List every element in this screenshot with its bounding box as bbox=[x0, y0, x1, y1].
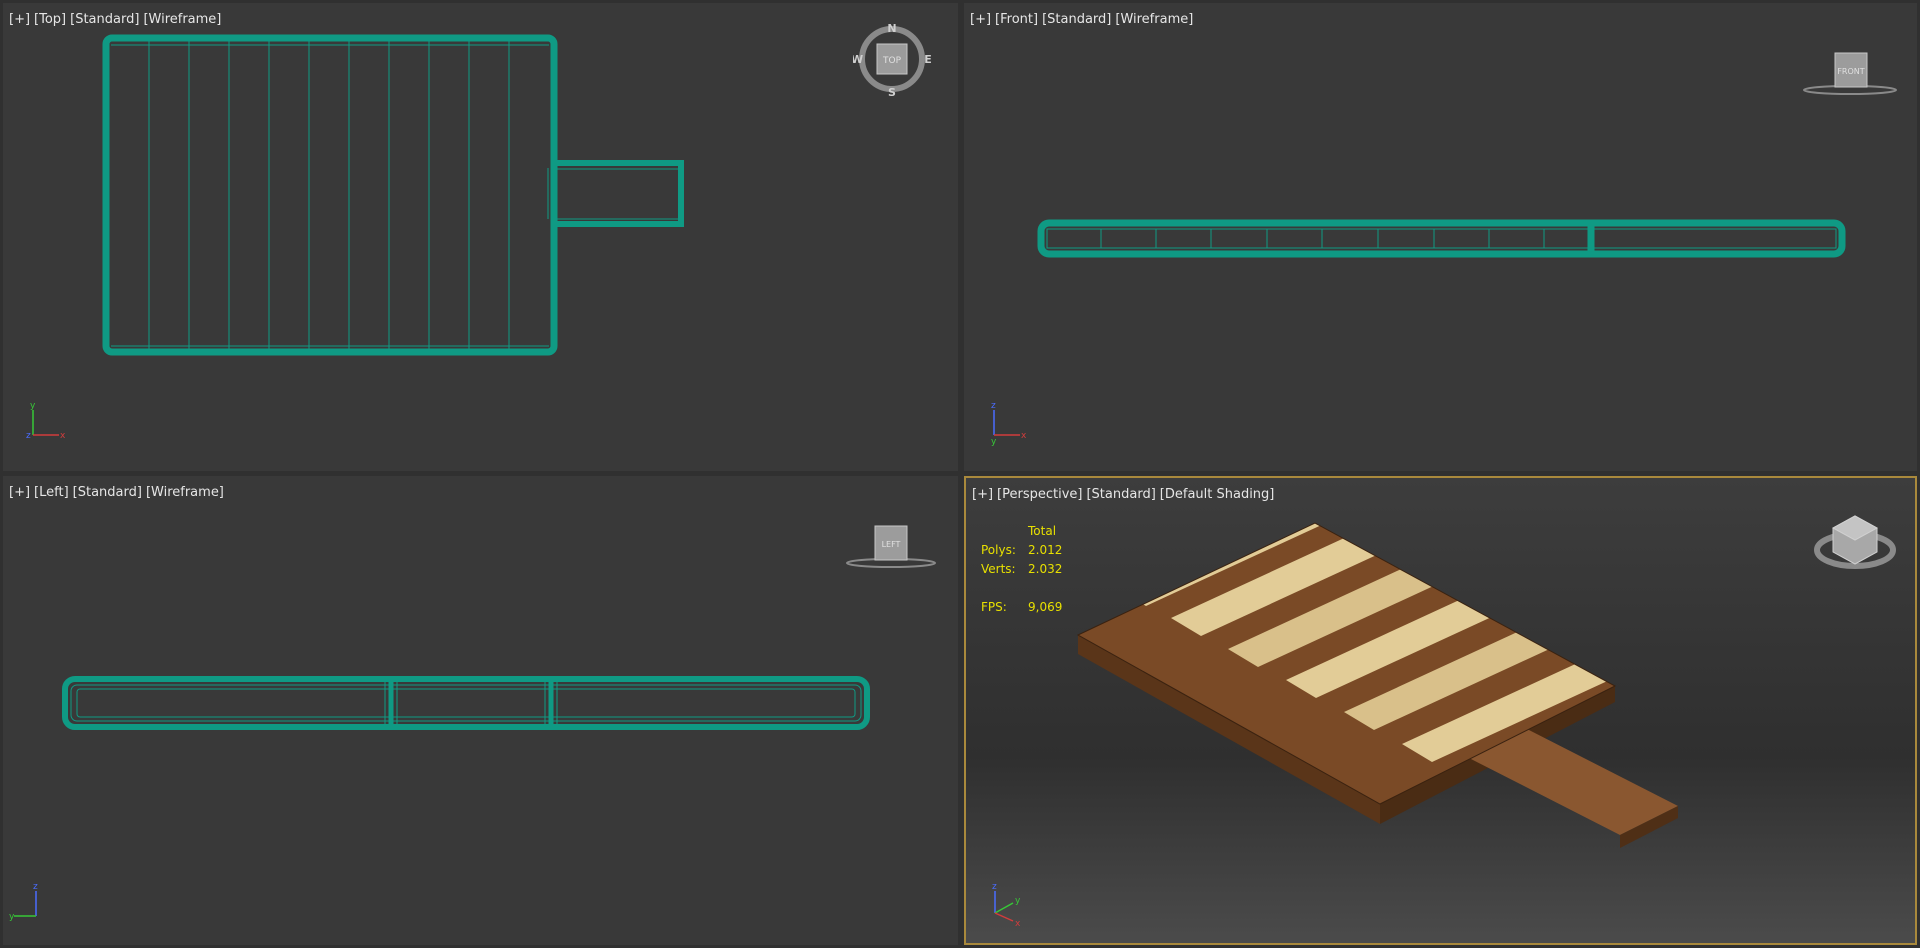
board-handle bbox=[1469, 729, 1678, 835]
viewcube-face-label: FRONT bbox=[1837, 67, 1864, 76]
axis-label-y: y bbox=[1015, 896, 1021, 906]
viewcube-face-label: LEFT bbox=[882, 540, 901, 549]
viewcube-icon[interactable]: TOP N S E W bbox=[853, 23, 933, 103]
axis-label-z: z bbox=[992, 882, 997, 892]
axis-label-x: x bbox=[60, 431, 66, 441]
axis-tripod-icon: z y x bbox=[991, 401, 1027, 447]
board-top-stripes bbox=[1078, 523, 1615, 804]
axis-label-z: z bbox=[26, 431, 31, 441]
compass-east[interactable]: E bbox=[924, 53, 932, 66]
front-wireframe-model[interactable] bbox=[964, 3, 1917, 471]
cutting-board-render[interactable] bbox=[966, 478, 1915, 943]
viewcube-icon[interactable]: FRONT bbox=[1800, 48, 1900, 100]
viewcube-face-label: TOP bbox=[882, 56, 902, 66]
axis-label-z: z bbox=[991, 401, 996, 411]
viewcube-icon[interactable] bbox=[1811, 508, 1901, 578]
viewport-top[interactable]: [+][Top][Standard][Wireframe] TOP N S bbox=[3, 3, 958, 471]
compass-west[interactable]: W bbox=[853, 53, 863, 66]
axis-tripod-icon: y z x bbox=[26, 401, 66, 441]
axis-label-y: y bbox=[991, 437, 997, 447]
compass-south[interactable]: S bbox=[888, 86, 896, 99]
viewcube-icon[interactable]: LEFT bbox=[843, 521, 943, 573]
axis-label-x: x bbox=[1015, 919, 1021, 929]
axis-label-z: z bbox=[33, 882, 38, 892]
axis-label-y: y bbox=[30, 401, 36, 411]
viewport-perspective[interactable]: [+] [Perspective] [Standard] [Default Shadi… bbox=[964, 476, 1917, 945]
axis-label-y: y bbox=[9, 912, 15, 922]
compass-north[interactable]: N bbox=[887, 23, 896, 35]
axis-tripod-icon: z y bbox=[9, 882, 38, 922]
viewport-front[interactable]: [+] [Front] [Standard] [Wireframe] FRONT z … bbox=[964, 3, 1917, 471]
top-wireframe-model[interactable] bbox=[3, 3, 958, 471]
viewport-left[interactable]: [+] [Left] [Standard] [Wireframe] LEFT z y bbox=[3, 476, 958, 945]
axis-tripod-icon: z y x bbox=[992, 882, 1021, 929]
axis-label-x: x bbox=[1021, 431, 1027, 441]
left-wireframe-model[interactable] bbox=[3, 476, 958, 945]
